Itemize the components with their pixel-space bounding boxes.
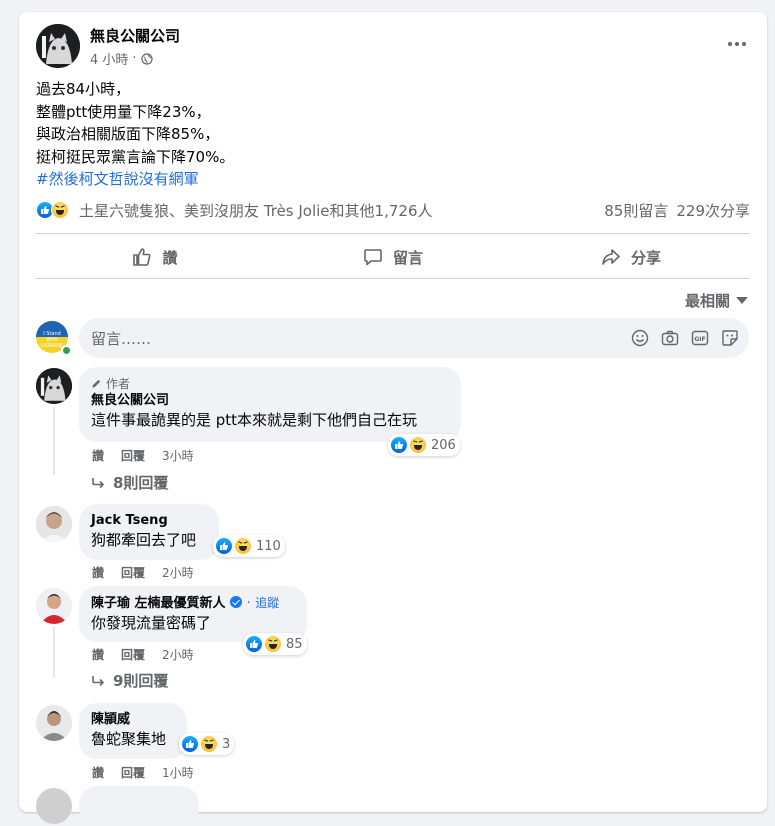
comment-placeholder: 留言…… [91, 329, 152, 348]
post-card: 無良公關公司 4 小時 · 過去84小時， 整體ptt使用量下降23%， 與政治… [19, 12, 767, 826]
commenter-name[interactable]: Jack Tseng [91, 512, 207, 530]
reaction-names[interactable]: 土星六號隻狼、美到沒朋友 Très Jolie和其他1,726人 [79, 200, 432, 221]
comment-reply-link[interactable]: 回覆 [121, 447, 145, 464]
comment-input[interactable]: 留言…… GIF [79, 318, 749, 358]
reaction-count: 110 [256, 538, 281, 554]
post-body: 過去84小時， 整體ptt使用量下降23%， 與政治相關版面下降85%， 挺柯挺… [36, 78, 234, 191]
comment-text: 狗都牽回去了吧 [91, 531, 197, 549]
comment-text: 這件事最詭異的是 ptt本來就是剩下他們自己在玩 [91, 411, 418, 429]
post-line: 挺柯挺民眾黨言論下降70%。 [36, 147, 235, 166]
comment-like-link[interactable]: 讚 [92, 564, 104, 581]
more-options-button[interactable] [723, 34, 751, 54]
comment-like-link[interactable]: 讚 [92, 447, 104, 464]
share-count[interactable]: 229次分享 [676, 200, 750, 221]
reactions-summary: 土星六號隻狼、美到沒朋友 Très Jolie和其他1,726人 85則留言 2… [36, 199, 750, 221]
online-status-dot [61, 345, 72, 356]
globe-icon [140, 52, 153, 65]
commenter-avatar[interactable] [36, 588, 72, 624]
commenter-avatar[interactable] [36, 506, 72, 542]
haha-reaction-icon [234, 537, 252, 555]
comment-like-link[interactable]: 讚 [92, 764, 104, 781]
comment-text: 魯蛇聚集地 [91, 730, 167, 748]
comment-time[interactable]: 2小時 [162, 646, 194, 663]
view-replies-button[interactable]: 8則回覆 [91, 472, 168, 493]
post-line: 與政治相關版面下降85%， [36, 125, 220, 144]
reaction-count: 3 [222, 736, 231, 752]
post-line: 過去84小時， [36, 80, 131, 98]
commenter-name[interactable]: 陳頴威 [91, 711, 175, 729]
reaction-icons[interactable] [36, 201, 69, 219]
post-time[interactable]: 4 小時 [90, 49, 128, 68]
like-reaction-icon [245, 635, 263, 653]
haha-reaction-icon [264, 635, 282, 653]
svg-text:GIF: GIF [694, 336, 705, 343]
page-name[interactable]: 無良公關公司 [90, 25, 180, 46]
comment-time[interactable]: 2小時 [162, 564, 194, 581]
camera-icon[interactable] [661, 329, 679, 347]
thumbs-up-icon [133, 248, 151, 266]
comment-reply-link[interactable]: 回覆 [121, 764, 145, 781]
reply-arrow-icon [92, 675, 105, 686]
haha-reaction-icon [200, 735, 218, 753]
comment-reactions[interactable]: 3 [179, 733, 235, 755]
comment-reply-link[interactable]: 回覆 [121, 646, 145, 663]
commenter-name[interactable]: 無良公關公司 [91, 392, 449, 410]
like-reaction-icon [215, 537, 233, 555]
reaction-count: 206 [431, 437, 456, 453]
emoji-icon[interactable] [631, 329, 649, 347]
commenter-name[interactable]: 陳子瑜 左楠最優質新人 [91, 596, 226, 611]
like-reaction-icon [390, 436, 408, 454]
commenter-avatar[interactable] [36, 788, 72, 824]
divider [36, 233, 750, 234]
reply-arrow-icon [92, 477, 105, 488]
comment-bubble: 作者 無良公關公司 這件事最詭異的是 ptt本來就是剩下他們自己在玩 [79, 367, 461, 442]
post-meta: 4 小時 · [90, 49, 153, 68]
comment-like-link[interactable]: 讚 [92, 646, 104, 663]
like-reaction-icon [181, 735, 199, 753]
reaction-count: 85 [286, 636, 303, 652]
author-badge: 作者 [106, 377, 131, 391]
comment-reactions[interactable]: 110 [213, 535, 285, 557]
share-arrow-icon [602, 249, 620, 265]
like-button[interactable]: 讚 [36, 237, 274, 277]
post-actions: 讚 留言 分享 [36, 237, 750, 277]
thread-line [53, 626, 55, 678]
haha-reaction-icon [51, 201, 69, 219]
thread-line [53, 407, 55, 475]
comment-time[interactable]: 3小時 [162, 447, 194, 464]
view-replies-button[interactable]: 9則回覆 [91, 670, 168, 691]
verified-badge-icon [230, 596, 243, 608]
share-button[interactable]: 分享 [512, 237, 750, 277]
commenter-avatar[interactable] [36, 368, 72, 404]
comment-bubble: 陳頴威 魯蛇聚集地 [79, 703, 187, 759]
comment-button[interactable]: 留言 [274, 237, 512, 277]
gif-icon[interactable]: GIF [691, 329, 709, 347]
page-avatar[interactable] [36, 24, 80, 68]
comment-reactions[interactable]: 85 [243, 633, 307, 655]
comment-count[interactable]: 85則留言 [604, 200, 668, 221]
comment-sort-dropdown[interactable]: 最相關 [685, 290, 748, 311]
commenter-avatar[interactable] [36, 705, 72, 741]
divider [36, 278, 750, 279]
pencil-icon [92, 379, 101, 388]
follow-link[interactable]: 追蹤 [255, 596, 279, 610]
haha-reaction-icon [409, 436, 427, 454]
sticker-icon[interactable] [721, 329, 739, 347]
comment-reply-link[interactable]: 回覆 [121, 564, 145, 581]
comment-reactions[interactable]: 206 [388, 434, 460, 456]
hashtag-link[interactable]: #然後柯文哲說沒有網軍 [36, 168, 234, 191]
comment-bubble: Jack Tseng 狗都牽回去了吧 [79, 504, 219, 560]
post-line: 整體ptt使用量下降23%， [36, 102, 211, 121]
comment-time[interactable]: 1小時 [162, 764, 194, 781]
comment-text: 你發現流量密碼了 [91, 614, 212, 632]
comment-bubble [79, 786, 199, 826]
comment-bubble-icon [364, 249, 382, 266]
caret-down-icon [736, 297, 748, 304]
